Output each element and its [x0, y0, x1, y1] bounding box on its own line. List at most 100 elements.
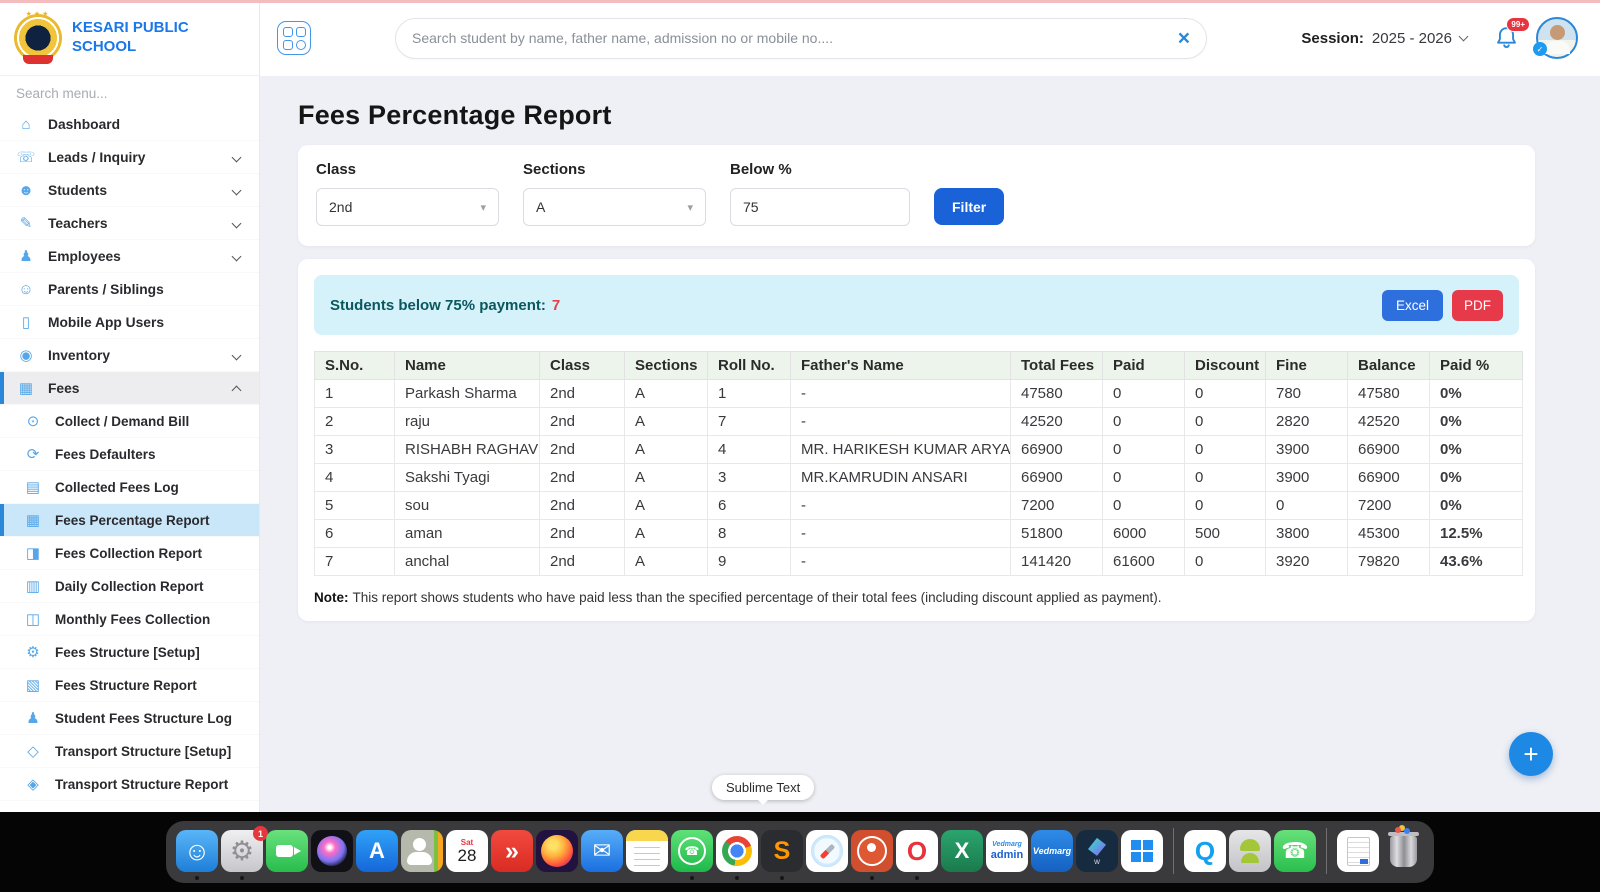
student-search-input[interactable]	[412, 30, 1178, 46]
column-header: Paid	[1102, 351, 1185, 380]
facetime-icon[interactable]	[266, 830, 308, 872]
class-select[interactable]: 2nd	[316, 188, 499, 226]
safari-icon[interactable]	[806, 830, 848, 872]
sidebar-item-fees-percentage-report[interactable]: ▦ Fees Percentage Report	[0, 504, 259, 537]
sidebar-item-transport-structure-setup[interactable]: ◇ Transport Structure [Setup]	[0, 735, 259, 768]
opera-icon[interactable]: O	[896, 830, 938, 880]
sidebar-item-employees[interactable]: ♟ Employees	[0, 240, 259, 273]
dock-tooltip: Sublime Text	[712, 775, 815, 800]
cell-cls: 2nd	[539, 435, 625, 464]
vedmarg-admin-icon[interactable]: Vedmarg admin	[986, 830, 1028, 872]
sidebar-item-collected-fees-log[interactable]: ▤ Collected Fees Log	[0, 471, 259, 504]
cell-sno: 3	[314, 435, 395, 464]
contacts-icon[interactable]	[401, 830, 443, 872]
sidebar-item-fees-structure-setup[interactable]: ⚙ Fees Structure [Setup]	[0, 636, 259, 669]
sidebar-item-monthly-fees-collection[interactable]: ◫ Monthly Fees Collection	[0, 603, 259, 636]
notes-icon[interactable]	[626, 830, 668, 872]
clear-search-icon[interactable]	[1178, 28, 1190, 49]
user-avatar[interactable]	[1533, 17, 1578, 59]
cell-fine: 3800	[1265, 519, 1348, 548]
vedmarg-icon[interactable]: Vedmarg	[1031, 830, 1073, 872]
sidebar-item-collect-demand-bill[interactable]: ⊙ Collect / Demand Bill	[0, 405, 259, 438]
sidebar-item-transport-structure-report[interactable]: ◈ Transport Structure Report	[0, 768, 259, 801]
cell-roll: 4	[707, 435, 791, 464]
session-selector[interactable]: Session: 2025 - 2026	[1301, 30, 1472, 47]
logo-block[interactable]: KESARI PUBLIC SCHOOL	[0, 0, 259, 76]
pdf-button[interactable]: PDF	[1452, 289, 1503, 321]
student-search	[395, 17, 1207, 59]
sidebar-item-label: Daily Collection Report	[55, 578, 204, 594]
filmora-icon[interactable]: w	[1076, 830, 1118, 872]
sidebar-item-label: Students	[48, 182, 108, 198]
sidebar-item-label: Mobile App Users	[48, 314, 165, 330]
chrome-icon[interactable]	[716, 830, 758, 880]
notifications-bell-icon[interactable]: 99+	[1494, 17, 1530, 52]
quicktime-icon[interactable]: Q	[1184, 830, 1226, 872]
cell-father: -	[790, 519, 1011, 548]
excel-icon[interactable]: X	[941, 830, 983, 872]
add-fab-button[interactable]: +	[1509, 732, 1553, 776]
teachers-icon: ✎	[19, 214, 33, 232]
cell-roll: 7	[707, 407, 791, 436]
sidebar-item-student-fees-structure-log[interactable]: ♟ Student Fees Structure Log	[0, 702, 259, 735]
cell-cls: 2nd	[539, 463, 625, 492]
below-percent-input[interactable]	[730, 188, 910, 226]
cell-father: -	[790, 491, 1011, 520]
cell-discount: 0	[1184, 463, 1266, 492]
system-settings-icon[interactable]: 1	[221, 826, 268, 880]
phone-icon[interactable]	[1274, 830, 1316, 872]
windows-icon[interactable]	[1121, 830, 1163, 872]
finder-icon[interactable]	[176, 830, 218, 880]
sidebar-item-parents-siblings[interactable]: ☺ Parents / Siblings	[0, 273, 259, 306]
siri-icon[interactable]	[311, 830, 353, 872]
app-store-icon[interactable]: A	[356, 830, 398, 872]
android-icon[interactable]	[1229, 830, 1271, 872]
sections-select[interactable]: A	[523, 188, 706, 226]
note-text: This report shows students who have paid…	[352, 590, 1162, 605]
note-label: Note:	[314, 590, 349, 605]
sidebar-search-input[interactable]	[16, 86, 243, 101]
firefox-icon[interactable]	[536, 830, 578, 872]
cell-balance: 45300	[1347, 519, 1430, 548]
cell-father: MR.KAMRUDIN ANSARI	[790, 463, 1011, 492]
report-table: S.No. Name Class Sections Roll No. Father's N…	[314, 351, 1523, 576]
sidebar-item-students[interactable]: ☻ Students	[0, 174, 259, 207]
excel-button[interactable]: Excel	[1381, 289, 1443, 321]
clipboard-icon[interactable]	[1337, 830, 1379, 872]
table-row: 5 sou 2nd A 6-7200 0 0 0 7200 0%	[314, 491, 1523, 520]
mail-icon[interactable]	[581, 830, 623, 872]
sidebar-item-fees-defaulters[interactable]: ⟳ Fees Defaulters	[0, 438, 259, 471]
cell-balance: 79820	[1347, 547, 1430, 576]
sidebar-item-dashboard[interactable]: ⌂ Dashboard	[0, 108, 259, 141]
cell-cls: 2nd	[539, 379, 625, 408]
sidebar-item-daily-collection-report[interactable]: ▥ Daily Collection Report	[0, 570, 259, 603]
duckduckgo-icon[interactable]	[851, 830, 893, 880]
calendar-icon[interactable]: Sat 28	[446, 830, 488, 872]
trash-icon[interactable]	[1382, 826, 1424, 872]
sidebar-item-fees-collection-report[interactable]: ◨ Fees Collection Report	[0, 537, 259, 570]
sidebar-item-fees[interactable]: ▦ Fees	[0, 372, 259, 405]
cell-discount: 500	[1184, 519, 1266, 548]
apps-grid-icon[interactable]	[277, 21, 311, 55]
sidebar-item-teachers[interactable]: ✎ Teachers	[0, 207, 259, 240]
sidebar-item-mobile-app-users[interactable]: ▯ Mobile App Users	[0, 306, 259, 339]
cell-roll: 3	[707, 463, 791, 492]
chevron-down-icon	[687, 201, 693, 214]
cell-balance: 66900	[1347, 463, 1430, 492]
sidebar-item-leads-inquiry[interactable]: ☏ Leads / Inquiry	[0, 141, 259, 174]
sublime-text-icon[interactable]: S	[761, 830, 803, 880]
sidebar-item-inventory[interactable]: ◉ Inventory	[0, 339, 259, 372]
cell-total: 66900	[1010, 435, 1103, 464]
cell-sec: A	[624, 463, 708, 492]
cell-roll: 1	[707, 379, 791, 408]
student-fees-structure-log-icon: ♟	[26, 709, 40, 727]
sections-label: Sections	[523, 161, 586, 178]
cell-sec: A	[624, 547, 708, 576]
top-accent-line	[0, 0, 1600, 3]
transport-structure-report-icon: ◈	[27, 775, 39, 793]
sidebar-item-fees-structure-report[interactable]: ▧ Fees Structure Report	[0, 669, 259, 702]
filter-button[interactable]: Filter	[934, 188, 1005, 225]
column-header: Class	[539, 351, 625, 380]
whatsapp-icon[interactable]	[671, 830, 713, 880]
anydesk-icon[interactable]	[491, 830, 533, 872]
